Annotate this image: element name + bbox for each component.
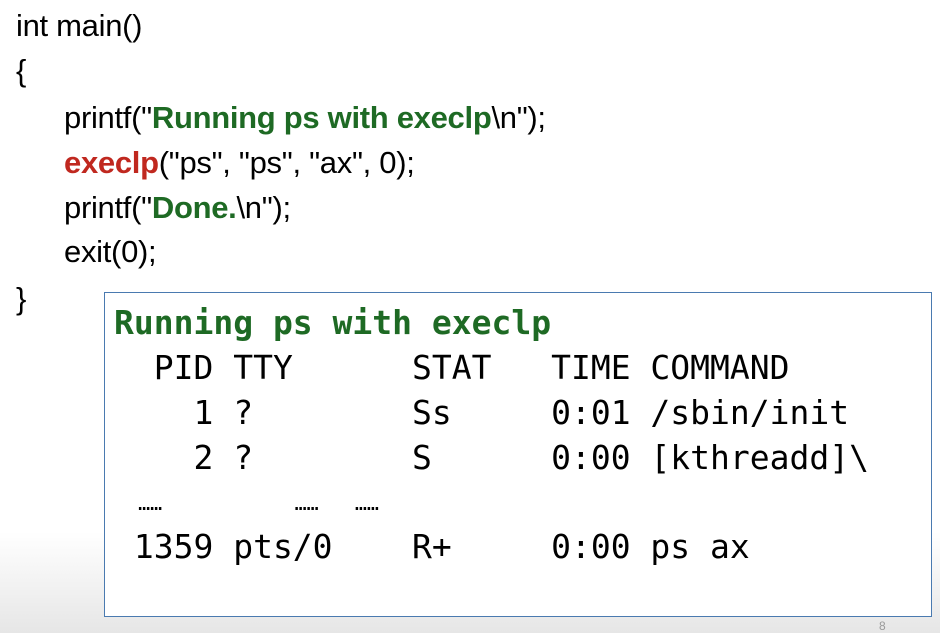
terminal-header-row: PID TTY STAT TIME COMMAND [114,348,790,387]
code-execlp-args: ("ps", "ps", "ax", 0); [158,145,415,180]
code-printf-suffix: \n"); [491,100,546,135]
page-number: 8 [879,619,886,633]
code-line-open-brace: { [16,53,27,88]
terminal-title: Running ps with execlp [114,303,552,342]
code-string-done: Done. [151,190,237,225]
code-printf-prefix: printf(" [64,190,152,225]
code-string-running: Running ps with execlp [151,100,492,135]
terminal-ellipsis-row: …… …… …… [114,491,379,515]
code-line-signature: int main() [16,8,143,43]
code-printf-prefix: printf(" [64,100,152,135]
code-line-printf-done: printf("Done.\n"); [64,190,291,226]
code-printf-suffix: \n"); [236,190,291,225]
terminal-row: 2 ? S 0:00 [kthreadd]\ [114,438,869,477]
code-line-printf-running: printf("Running ps with execlp\n"); [64,100,546,136]
code-keyword-execlp: execlp [64,145,159,180]
terminal-output-box: Running ps with execlp PID TTY STAT TIME… [104,292,932,617]
terminal-row: 1359 pts/0 R+ 0:00 ps ax [114,527,750,566]
code-line-close-brace: } [16,281,27,316]
terminal-row: 1 ? Ss 0:01 /sbin/init [114,393,850,432]
code-line-exit: exit(0); [64,234,157,269]
code-line-execlp: execlp("ps", "ps", "ax", 0); [64,145,415,181]
